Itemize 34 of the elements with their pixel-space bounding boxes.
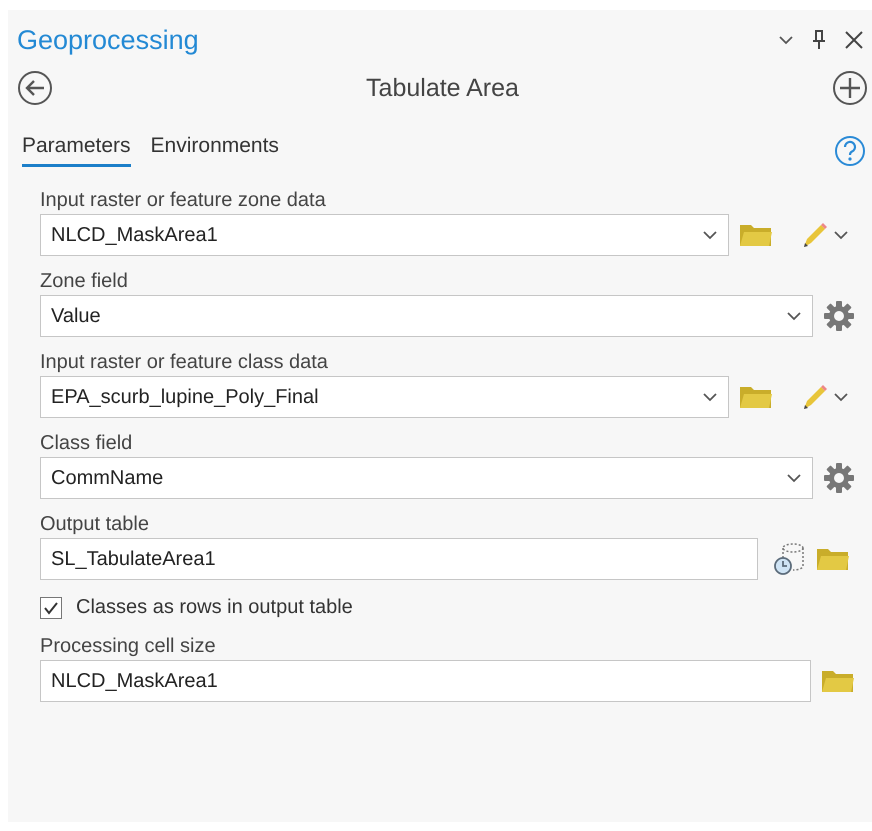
chevron-down-icon[interactable]	[702, 392, 718, 402]
database-clock-icon[interactable]	[772, 542, 806, 576]
tool-title: Tabulate Area	[366, 74, 519, 102]
parameter-label: Input raster or feature zone data	[40, 189, 327, 212]
caret-icon[interactable]	[833, 230, 849, 240]
pin-icon[interactable]	[812, 29, 826, 51]
help-icon[interactable]	[834, 134, 866, 166]
chevron-down-icon[interactable]	[786, 311, 802, 321]
checkbox[interactable]	[40, 596, 62, 618]
gear-icon[interactable]	[823, 300, 855, 332]
caret-icon[interactable]	[833, 392, 849, 402]
dropdown-field[interactable]: CommName	[40, 457, 813, 499]
input-field[interactable]: NLCD_MaskArea1	[40, 660, 811, 702]
parameter-label: Class field	[40, 432, 134, 455]
add-icon[interactable]	[832, 70, 868, 106]
pane-title: Geoprocessing	[17, 24, 199, 56]
back-icon[interactable]	[17, 70, 53, 106]
chevron-down-icon[interactable]	[778, 35, 794, 45]
close-icon[interactable]	[844, 30, 864, 50]
dropdown-field[interactable]: Value	[40, 295, 813, 337]
dropdown-field[interactable]: NLCD_MaskArea1	[40, 214, 729, 256]
tab[interactable]: Parameters	[22, 134, 131, 167]
parameter-label: Zone field	[40, 270, 129, 293]
input-field[interactable]: SL_TabulateArea1	[40, 538, 758, 580]
chevron-down-icon[interactable]	[702, 230, 718, 240]
gear-icon[interactable]	[823, 462, 855, 494]
tab[interactable]: Environments	[150, 134, 279, 167]
parameter-label: Processing cell size	[40, 635, 217, 658]
checkmark-icon	[43, 600, 59, 614]
dropdown-field[interactable]: EPA_scurb_lupine_Poly_Final	[40, 376, 729, 418]
checkbox-label: Classes as rows in output table	[76, 596, 353, 619]
parameter-label: Output table	[40, 513, 150, 536]
chevron-down-icon[interactable]	[786, 473, 802, 483]
parameter-label: Input raster or feature class data	[40, 351, 329, 374]
